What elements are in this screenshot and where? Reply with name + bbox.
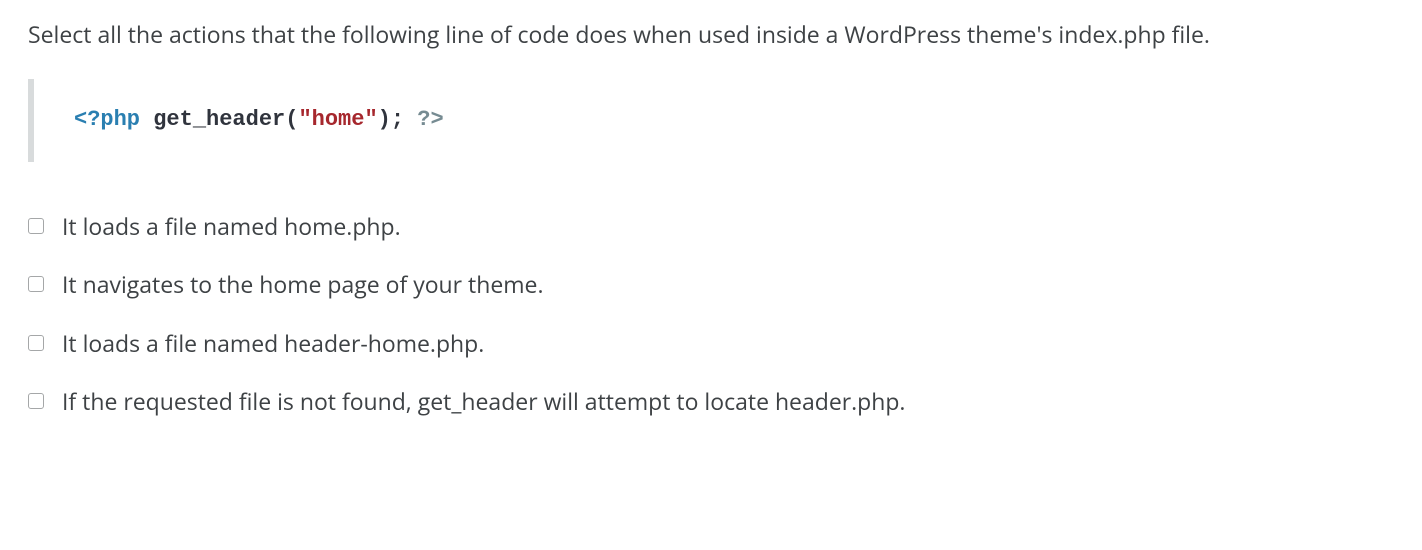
options-list: It loads a file named home.php. It navig… — [28, 210, 1394, 417]
option-row[interactable]: It loads a file named home.php. — [28, 210, 1394, 242]
php-close-tag: ?> — [417, 107, 443, 132]
option-row[interactable]: If the requested file is not found, get_… — [28, 385, 1394, 417]
paren-open: ( — [285, 107, 298, 132]
option-label: If the requested file is not found, get_… — [62, 385, 905, 417]
option-label: It loads a file named home.php. — [62, 210, 401, 242]
code-block: <?php get_header("home"); ?> — [28, 79, 1394, 162]
option-checkbox-3[interactable] — [28, 393, 44, 409]
string-literal: "home" — [298, 107, 377, 132]
option-checkbox-2[interactable] — [28, 335, 44, 351]
option-label: It navigates to the home page of your th… — [62, 268, 544, 300]
function-name: get_header — [153, 107, 285, 132]
php-open-tag: <?php — [74, 107, 140, 132]
option-row[interactable]: It loads a file named header-home.php. — [28, 327, 1394, 359]
option-checkbox-0[interactable] — [28, 218, 44, 234]
option-label: It loads a file named header-home.php. — [62, 327, 484, 359]
option-row[interactable]: It navigates to the home page of your th… — [28, 268, 1394, 300]
paren-close-semi: ); — [378, 107, 418, 132]
question-text: Select all the actions that the followin… — [28, 18, 1394, 51]
option-checkbox-1[interactable] — [28, 276, 44, 292]
